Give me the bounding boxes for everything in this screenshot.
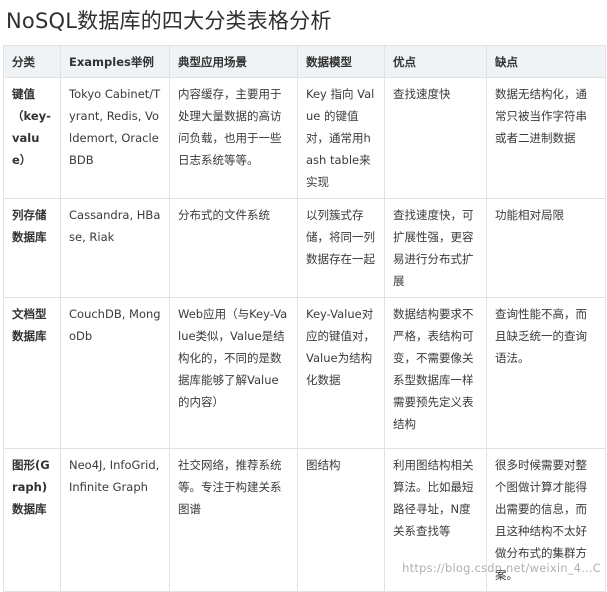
cell-data-model: Key-Value对应的键值对，Value为结构化数据 [297,297,385,449]
cell-cons: 数据无结构化，通常只被当作字符串或者二进制数据 [486,77,606,199]
cell-examples: Tokyo Cabinet/Tyrant, Redis, Voldemort, … [60,77,170,199]
cell-data-model: Key 指向 Value 的键值对，通常用hash table来实现 [297,77,385,199]
cell-cons: 功能相对局限 [486,198,606,298]
nosql-comparison-table: 分类 Examples举例 典型应用场景 数据模型 优点 缺点 键值（key-v… [3,45,606,592]
header-row: 分类 Examples举例 典型应用场景 数据模型 优点 缺点 [3,45,606,78]
cell-pros: 查找速度快 [384,77,487,199]
cell-examples: Neo4J, InfoGrid, Infinite Graph [60,448,170,592]
table-row: 键值（key-value） Tokyo Cabinet/Tyrant, Redi… [3,77,606,199]
header-category: 分类 [3,45,61,78]
cell-pros: 数据结构要求不严格，表结构可变，不需要像关系型数据库一样需要预先定义表结构 [384,297,487,449]
table-row: 列存储数据库 Cassandra, HBase, Riak 分布式的文件系统 以… [3,198,606,298]
cell-use-cases: Web应用（与Key-Value类似，Value是结构化的，不同的是数据库能够了… [169,297,298,449]
header-pros: 优点 [384,45,487,78]
header-data-model: 数据模型 [297,45,385,78]
nosql-comparison-table-container: 分类 Examples举例 典型应用场景 数据模型 优点 缺点 键值（key-v… [3,45,606,592]
cell-category: 键值（key-value） [3,77,61,199]
cell-data-model: 以列簇式存储，将同一列数据存在一起 [297,198,385,298]
cell-category: 列存储数据库 [3,198,61,298]
page-title: NoSQL数据库的四大分类表格分析 [6,9,332,33]
cell-examples: Cassandra, HBase, Riak [60,198,170,298]
table-row: 文档型数据库 CouchDB, MongoDb Web应用（与Key-Value… [3,297,606,449]
cell-examples: CouchDB, MongoDb [60,297,170,449]
cell-use-cases: 内容缓存，主要用于处理大量数据的高访问负载，也用于一些日志系统等等。 [169,77,298,199]
cell-use-cases: 分布式的文件系统 [169,198,298,298]
header-cons: 缺点 [486,45,606,78]
table-header: 分类 Examples举例 典型应用场景 数据模型 优点 缺点 [3,45,606,78]
header-examples: Examples举例 [60,45,170,78]
cell-category: 图形(Graph)数据库 [3,448,61,592]
watermark-url: https://blog.csdn.net/weixin_4...C [402,561,601,575]
cell-data-model: 图结构 [297,448,385,592]
header-use-cases: 典型应用场景 [169,45,298,78]
cell-category: 文档型数据库 [3,297,61,449]
cell-cons: 查询性能不高，而且缺乏统一的查询语法。 [486,297,606,449]
cell-pros: 查找速度快，可扩展性强，更容易进行分布式扩展 [384,198,487,298]
table-body: 键值（key-value） Tokyo Cabinet/Tyrant, Redi… [3,77,606,592]
cell-use-cases: 社交网络，推荐系统等。专注于构建关系图谱 [169,448,298,592]
